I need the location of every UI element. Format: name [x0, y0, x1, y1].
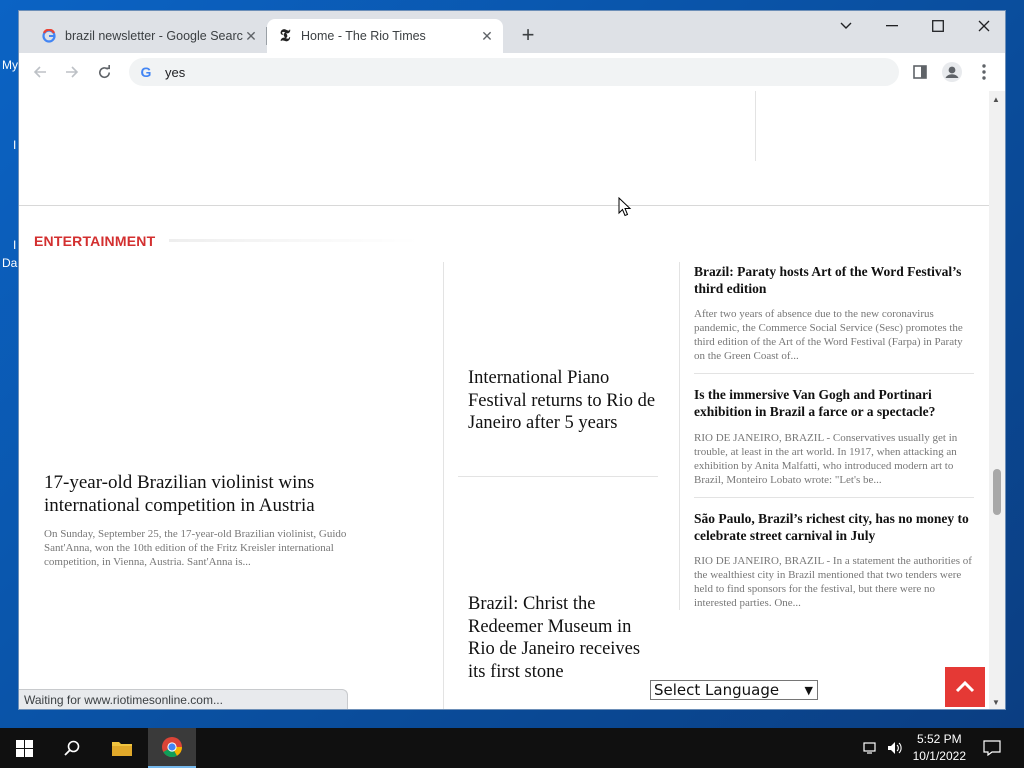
- scroll-up-arrow-icon[interactable]: ▲: [992, 95, 1000, 104]
- browser-window: brazil newsletter - Google Search ✕ 𝕿 Ho…: [18, 10, 1006, 710]
- scroll-down-arrow-icon[interactable]: ▼: [992, 698, 1000, 707]
- page-scrollbar[interactable]: ▲ ▼: [989, 91, 1005, 709]
- browser-toolbar: G: [19, 53, 1005, 92]
- article-excerpt: RIO DE JANEIRO, BRAZIL - In a statement …: [694, 555, 972, 609]
- address-bar[interactable]: G: [129, 58, 899, 86]
- taskbar: 5:52 PM 10/1/2022: [0, 728, 1024, 768]
- desktop-icon-label[interactable]: I: [13, 138, 16, 152]
- tab-google-search[interactable]: brazil newsletter - Google Search ✕: [31, 19, 267, 53]
- start-button[interactable]: [0, 728, 48, 768]
- section-title[interactable]: ENTERTAINMENT: [34, 233, 155, 249]
- back-to-top-button[interactable]: [945, 667, 985, 707]
- address-input[interactable]: [163, 63, 767, 81]
- article-headline[interactable]: 17-year-old Brazilian violinist wins int…: [44, 471, 384, 517]
- language-select-label: Select Language: [654, 681, 780, 699]
- forward-arrow-icon[interactable]: [59, 59, 85, 85]
- profile-avatar-icon[interactable]: [939, 59, 965, 85]
- article-divider: [458, 476, 658, 477]
- volume-icon[interactable]: [884, 728, 906, 768]
- column-divider: [679, 262, 680, 610]
- tab-search-chevron-icon[interactable]: [823, 11, 869, 41]
- status-bubble: Waiting for www.riotimesonline.com...: [19, 689, 348, 709]
- article-excerpt: After two years of absence due to the ne…: [694, 308, 963, 362]
- clock-date: 10/1/2022: [912, 749, 966, 763]
- article-divider: [694, 373, 974, 374]
- column-divider: [443, 262, 444, 709]
- article-excerpt: RIO DE JANEIRO, BRAZIL - Conservatives u…: [694, 432, 958, 486]
- desktop-icon-label[interactable]: My: [2, 58, 18, 72]
- language-select[interactable]: Select Language ▼: [650, 680, 818, 700]
- system-clock[interactable]: 5:52 PM 10/1/2022: [913, 731, 966, 765]
- back-arrow-icon[interactable]: [27, 59, 53, 85]
- desktop-icon-label[interactable]: I: [13, 238, 16, 252]
- chrome-taskbar-icon[interactable]: [148, 728, 196, 768]
- section-divider: [19, 205, 991, 206]
- column-divider: [755, 91, 756, 161]
- tab-rio-times[interactable]: 𝕿 Home - The Rio Times ✕: [267, 19, 503, 53]
- new-tab-button[interactable]: +: [517, 24, 539, 47]
- article-headline[interactable]: São Paulo, Brazil’s richest city, has no…: [694, 511, 976, 544]
- close-tab-icon[interactable]: ✕: [479, 28, 495, 44]
- reload-icon[interactable]: [91, 59, 117, 85]
- close-window-button[interactable]: [961, 11, 1005, 41]
- notification-icon[interactable]: [978, 728, 1006, 768]
- section-title-underline: [169, 239, 419, 242]
- article-headline[interactable]: Brazil: Christ the Redeemer Museum in Ri…: [468, 593, 658, 683]
- google-icon: [41, 28, 57, 44]
- scrollbar-thumb[interactable]: [993, 469, 1001, 515]
- tab-strip: brazil newsletter - Google Search ✕ 𝕿 Ho…: [19, 11, 1005, 53]
- article-headline[interactable]: Brazil: Paraty hosts Art of the Word Fes…: [694, 264, 976, 297]
- article-excerpt: On Sunday, September 25, the 17-year-old…: [44, 528, 347, 568]
- minimize-button[interactable]: [869, 11, 915, 41]
- file-explorer-icon[interactable]: [98, 728, 146, 768]
- clock-time: 5:52 PM: [916, 732, 962, 746]
- search-icon[interactable]: [48, 728, 96, 768]
- dropdown-chevron-icon: ▼: [804, 684, 813, 697]
- close-tab-icon[interactable]: ✕: [243, 28, 259, 44]
- tab-title: Home - The Rio Times: [301, 29, 426, 43]
- article-divider: [694, 497, 974, 498]
- article-headline[interactable]: Is the immersive Van Gogh and Portinari …: [694, 387, 976, 420]
- chevron-up-icon: [955, 681, 975, 693]
- article-headline[interactable]: International Piano Festival returns to …: [468, 367, 658, 435]
- google-icon: G: [140, 64, 152, 80]
- side-panel-icon[interactable]: [907, 59, 933, 85]
- page-viewport: ENTERTAINMENT 17-year-old Brazilian viol…: [19, 91, 991, 709]
- network-icon[interactable]: [860, 728, 882, 768]
- maximize-button[interactable]: [915, 11, 961, 41]
- desktop-icon-label[interactable]: Da: [2, 256, 17, 270]
- windows-logo-icon: [15, 739, 33, 757]
- tab-title: brazil newsletter - Google Search: [65, 29, 243, 43]
- mouse-cursor-icon: [618, 196, 632, 222]
- more-menu-icon[interactable]: [971, 59, 997, 85]
- rio-times-logo-icon: 𝕿: [279, 26, 291, 45]
